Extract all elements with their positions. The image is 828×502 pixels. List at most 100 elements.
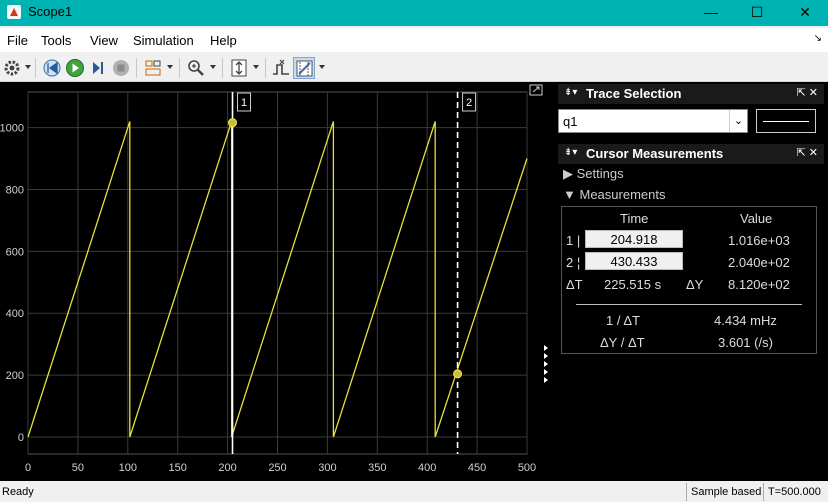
y-tick-label: 800: [6, 184, 24, 196]
y-tick-label: 0: [18, 432, 24, 444]
expanded-arrow-icon: ▼: [563, 187, 580, 202]
y-tick-label: 600: [6, 246, 24, 258]
panel-close-icon[interactable]: ⇱ ✕: [797, 86, 819, 99]
cursor-dropdown-icon[interactable]: [319, 65, 325, 69]
cursor-2-time-field[interactable]: 430.433: [585, 252, 683, 270]
zoom-dropdown-icon[interactable]: [210, 65, 216, 69]
cursor-measurements-header: ⇟▾ Cursor Measurements ⇱ ✕: [558, 144, 824, 164]
plot-svg[interactable]: 0 50 100 150 200 250 300 350 400 450 500 0 200 400 60…: [0, 82, 555, 481]
toolbar-separator: [136, 58, 137, 78]
cursor-1-row-label: 1 |: [566, 233, 581, 248]
panel-close-icon[interactable]: ⇱ ✕: [797, 146, 819, 159]
maximize-button[interactable]: ☐: [734, 0, 780, 26]
cursor-measurements-icon[interactable]: [293, 57, 315, 79]
scale-dropdown-icon[interactable]: [253, 65, 259, 69]
toolbar-separator: [35, 58, 36, 78]
toolbar-separator: [265, 58, 266, 78]
menu-bar: File Tools View Simulation Help ↘: [0, 28, 828, 52]
cursor-2-label: 2: [466, 97, 472, 109]
undock-icon[interactable]: ↘: [814, 33, 822, 44]
cursor-2-row-label: 2 ¦: [566, 255, 581, 270]
minimize-button[interactable]: —: [688, 0, 734, 26]
stop-icon[interactable]: [110, 57, 132, 79]
y-axis-ticks: 0 200 400 600 800 1000: [0, 123, 24, 444]
cursor-1-label: 1: [241, 97, 247, 109]
side-panels: ⇟▾ Trace Selection ⇱ ✕ q1 ⌄ ⇟▾ Cursor Me…: [555, 82, 828, 481]
y-tick-label: 400: [6, 308, 24, 320]
settings-label: Settings: [576, 166, 624, 181]
divider: [576, 304, 802, 305]
cursor-1-value: 1.016e+03: [728, 233, 790, 248]
y-tick-label: 1000: [0, 123, 24, 135]
cursor-2-tag[interactable]: 2: [462, 92, 477, 112]
toolbar: [0, 54, 828, 82]
x-tick-label: 400: [418, 462, 436, 474]
x-tick-label: 250: [268, 462, 286, 474]
cursor-1-time-field[interactable]: 204.918: [585, 230, 683, 248]
x-tick-label: 100: [119, 462, 137, 474]
cursor-1-marker: [228, 118, 238, 128]
pin-icon[interactable]: ⇟▾: [564, 87, 577, 98]
delta-t-label: ΔT: [566, 277, 583, 292]
x-tick-label: 50: [72, 462, 84, 474]
pin-icon[interactable]: ⇟▾: [564, 147, 577, 158]
settings-section[interactable]: ▶ Settings: [563, 166, 624, 182]
status-sampling-mode: Sample based: [686, 483, 765, 501]
scope-display[interactable]: 0 50 100 150 200 250 300 350 400 450 500 0 200 400 60…: [0, 82, 555, 481]
measurements-table: Time Value 1 | 204.918 1.016e+03 2 ¦ 430…: [561, 206, 817, 354]
scope-window: Scope1 — ☐ ✕ File Tools View Simulation …: [0, 0, 828, 502]
delta-y-label: ΔY: [686, 277, 704, 292]
step-back-icon[interactable]: [41, 57, 63, 79]
trace-selection-header: ⇟▾ Trace Selection ⇱ ✕: [558, 84, 824, 104]
x-tick-label: 150: [169, 462, 187, 474]
gear-icon[interactable]: [1, 57, 23, 79]
run-icon[interactable]: [64, 57, 86, 79]
x-tick-label: 350: [368, 462, 386, 474]
x-tick-label: 450: [468, 462, 486, 474]
menu-view[interactable]: View: [90, 33, 118, 48]
chevron-down-icon[interactable]: ⌄: [729, 110, 747, 132]
inverse-delta-t-value: 4.434 mHz: [714, 313, 777, 328]
inverse-delta-t-label: 1 / ΔT: [606, 313, 640, 328]
x-tick-label: 0: [25, 462, 31, 474]
trace-select[interactable]: q1 ⌄: [558, 109, 748, 133]
menu-simulation[interactable]: Simulation: [133, 33, 194, 48]
window-title: Scope1: [28, 4, 73, 19]
scale-axes-icon[interactable]: [228, 57, 250, 79]
slope-value: 3.601 (/s): [718, 335, 773, 350]
x-tick-label: 300: [318, 462, 336, 474]
slope-label: ΔY / ΔT: [600, 335, 645, 350]
trace-selection-title: Trace Selection: [586, 86, 682, 101]
step-forward-icon[interactable]: [87, 57, 109, 79]
zoom-icon[interactable]: [185, 57, 207, 79]
y-tick-label: 200: [6, 370, 24, 382]
layout-icon[interactable]: [142, 57, 164, 79]
cursor-2-value: 2.040e+02: [728, 255, 790, 270]
layout-dropdown-icon[interactable]: [167, 65, 173, 69]
trace-line-style[interactable]: [756, 109, 816, 133]
undock-plot-icon[interactable]: [529, 84, 543, 96]
delta-y-value: 8.120e+02: [728, 277, 790, 292]
toolbar-separator: [222, 58, 223, 78]
toolbar-separator: [179, 58, 180, 78]
measurements-label: Measurements: [579, 187, 666, 202]
x-tick-label: 500: [518, 462, 536, 474]
cursor-1-tag[interactable]: 1: [237, 92, 252, 112]
triggers-icon[interactable]: [270, 57, 292, 79]
status-sim-time: T=500.000: [763, 483, 825, 501]
gear-dropdown-icon[interactable]: [25, 65, 31, 69]
delta-t-value: 225.515 s: [604, 277, 662, 292]
status-ready: Ready: [2, 486, 34, 498]
matlab-logo-icon: [7, 5, 21, 19]
menu-tools[interactable]: Tools: [41, 33, 71, 48]
collapse-arrows-icon[interactable]: [544, 345, 548, 383]
status-bar: Ready Sample based T=500.000: [0, 482, 828, 502]
menu-help[interactable]: Help: [210, 33, 237, 48]
menu-file[interactable]: File: [7, 33, 28, 48]
x-tick-label: 200: [218, 462, 236, 474]
close-button[interactable]: ✕: [782, 0, 828, 26]
cursor-2-marker: [453, 369, 463, 379]
time-column-header: Time: [620, 211, 649, 226]
measurements-section[interactable]: ▼ Measurements: [563, 187, 665, 202]
trace-select-value: q1: [563, 114, 578, 129]
